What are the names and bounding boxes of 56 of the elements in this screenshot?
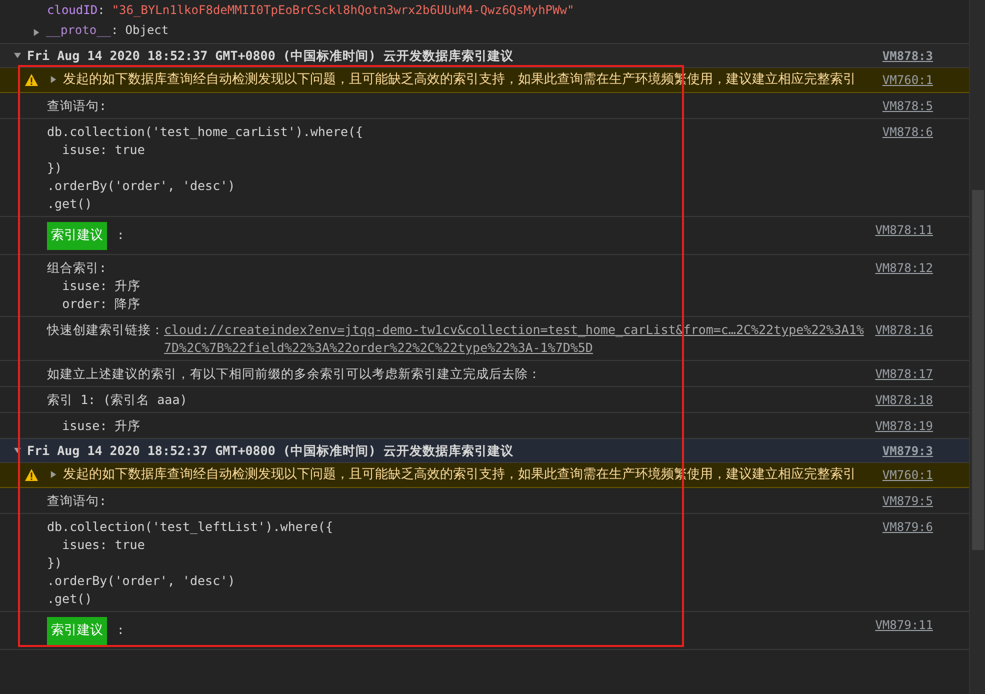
log-text: .get() <box>47 590 94 608</box>
source-link[interactable]: VM878:5 <box>882 97 933 115</box>
log-text: }) <box>47 159 64 177</box>
colon-text: : <box>111 22 118 39</box>
group-title: Fri Aug 14 2020 18:52:37 GMT+0800 (中国标准时间) 云开发数据库索引建议 <box>27 47 514 65</box>
source-link[interactable]: VM760:1 <box>882 466 933 484</box>
source-link[interactable]: VM878:11 <box>875 221 933 239</box>
source-link[interactable]: VM879:5 <box>882 492 933 510</box>
colon-text: : <box>98 2 105 19</box>
caret-icon[interactable] <box>33 29 40 36</box>
source-link[interactable]: VM760:1 <box>882 71 933 89</box>
log-text: .orderBy('order', 'desc') <box>47 177 236 195</box>
log-text: 查询语句: <box>47 97 108 115</box>
source-link[interactable]: VM878:17 <box>875 365 933 383</box>
source-link[interactable]: VM879:11 <box>875 616 933 634</box>
log-text: isuse: true <box>61 141 146 159</box>
caret-icon[interactable] <box>14 447 21 454</box>
log-text: .get() <box>47 195 94 213</box>
log-text: isues: true <box>61 536 146 554</box>
log-text: 如建立上述建议的索引，有以下相同前缀的多余索引可以考虑新索引建立完成后去除： <box>47 365 542 383</box>
source-link[interactable]: VM878:3 <box>882 47 933 65</box>
property-key[interactable]: __proto__ <box>46 21 112 39</box>
log-text: 索引 1: (索引名 aaa) <box>47 391 188 409</box>
source-link[interactable]: VM878:16 <box>875 321 933 339</box>
source-link[interactable]: VM879:6 <box>882 518 933 536</box>
scrollbar[interactable] <box>969 0 985 694</box>
group-header[interactable]: Fri Aug 14 2020 18:52:37 GMT+0800 (中国标准时间) 云开发数据库索引建议 VM879:3 <box>0 439 969 463</box>
caret-icon[interactable] <box>50 471 57 478</box>
caret-icon[interactable] <box>50 76 57 83</box>
source-link[interactable]: VM878:12 <box>875 259 933 277</box>
log-text: .orderBy('order', 'desc') <box>47 572 236 590</box>
log-text: 查询语句: <box>47 492 108 510</box>
log-text: 组合索引: <box>47 259 108 277</box>
log-text: order: 降序 <box>61 295 142 313</box>
index-suggestion-badge: 索引建议 <box>47 222 107 250</box>
property-value: "36_BYLn1lkoF8deMMII0TpEoBrCSckl8hQotn3wrx2b6UUuM4-Qwz6QsMyhPWw" <box>112 2 574 19</box>
log-text: isuse: 升序 <box>61 277 142 295</box>
log-text: 快速创建索引链接： <box>47 321 164 339</box>
index-suggestion-badge: 索引建议 <box>47 617 107 645</box>
caret-icon[interactable] <box>14 52 21 59</box>
group-header[interactable]: Fri Aug 14 2020 18:52:37 GMT+0800 (中国标准时间) 云开发数据库索引建议 VM878:3 <box>0 44 969 68</box>
source-link[interactable]: VM879:3 <box>882 442 933 460</box>
source-link[interactable]: VM878:19 <box>875 417 933 435</box>
log-text: db.collection('test_home_carList').where({ <box>47 123 364 141</box>
property-key: cloudID <box>47 1 98 19</box>
property-value: Object <box>125 22 169 39</box>
log-text: }) <box>47 554 64 572</box>
log-text: isuse: 升序 <box>61 417 142 435</box>
source-link[interactable]: VM878:6 <box>882 123 933 141</box>
log-text: : <box>117 228 124 242</box>
warning-icon <box>25 469 38 481</box>
log-text: db.collection('test_leftList').where({ <box>47 518 334 536</box>
source-link[interactable]: VM878:18 <box>875 391 933 409</box>
log-text: : <box>117 623 124 637</box>
group-title: Fri Aug 14 2020 18:52:37 GMT+0800 (中国标准时间) 云开发数据库索引建议 <box>27 442 514 460</box>
warning-icon <box>25 74 38 86</box>
